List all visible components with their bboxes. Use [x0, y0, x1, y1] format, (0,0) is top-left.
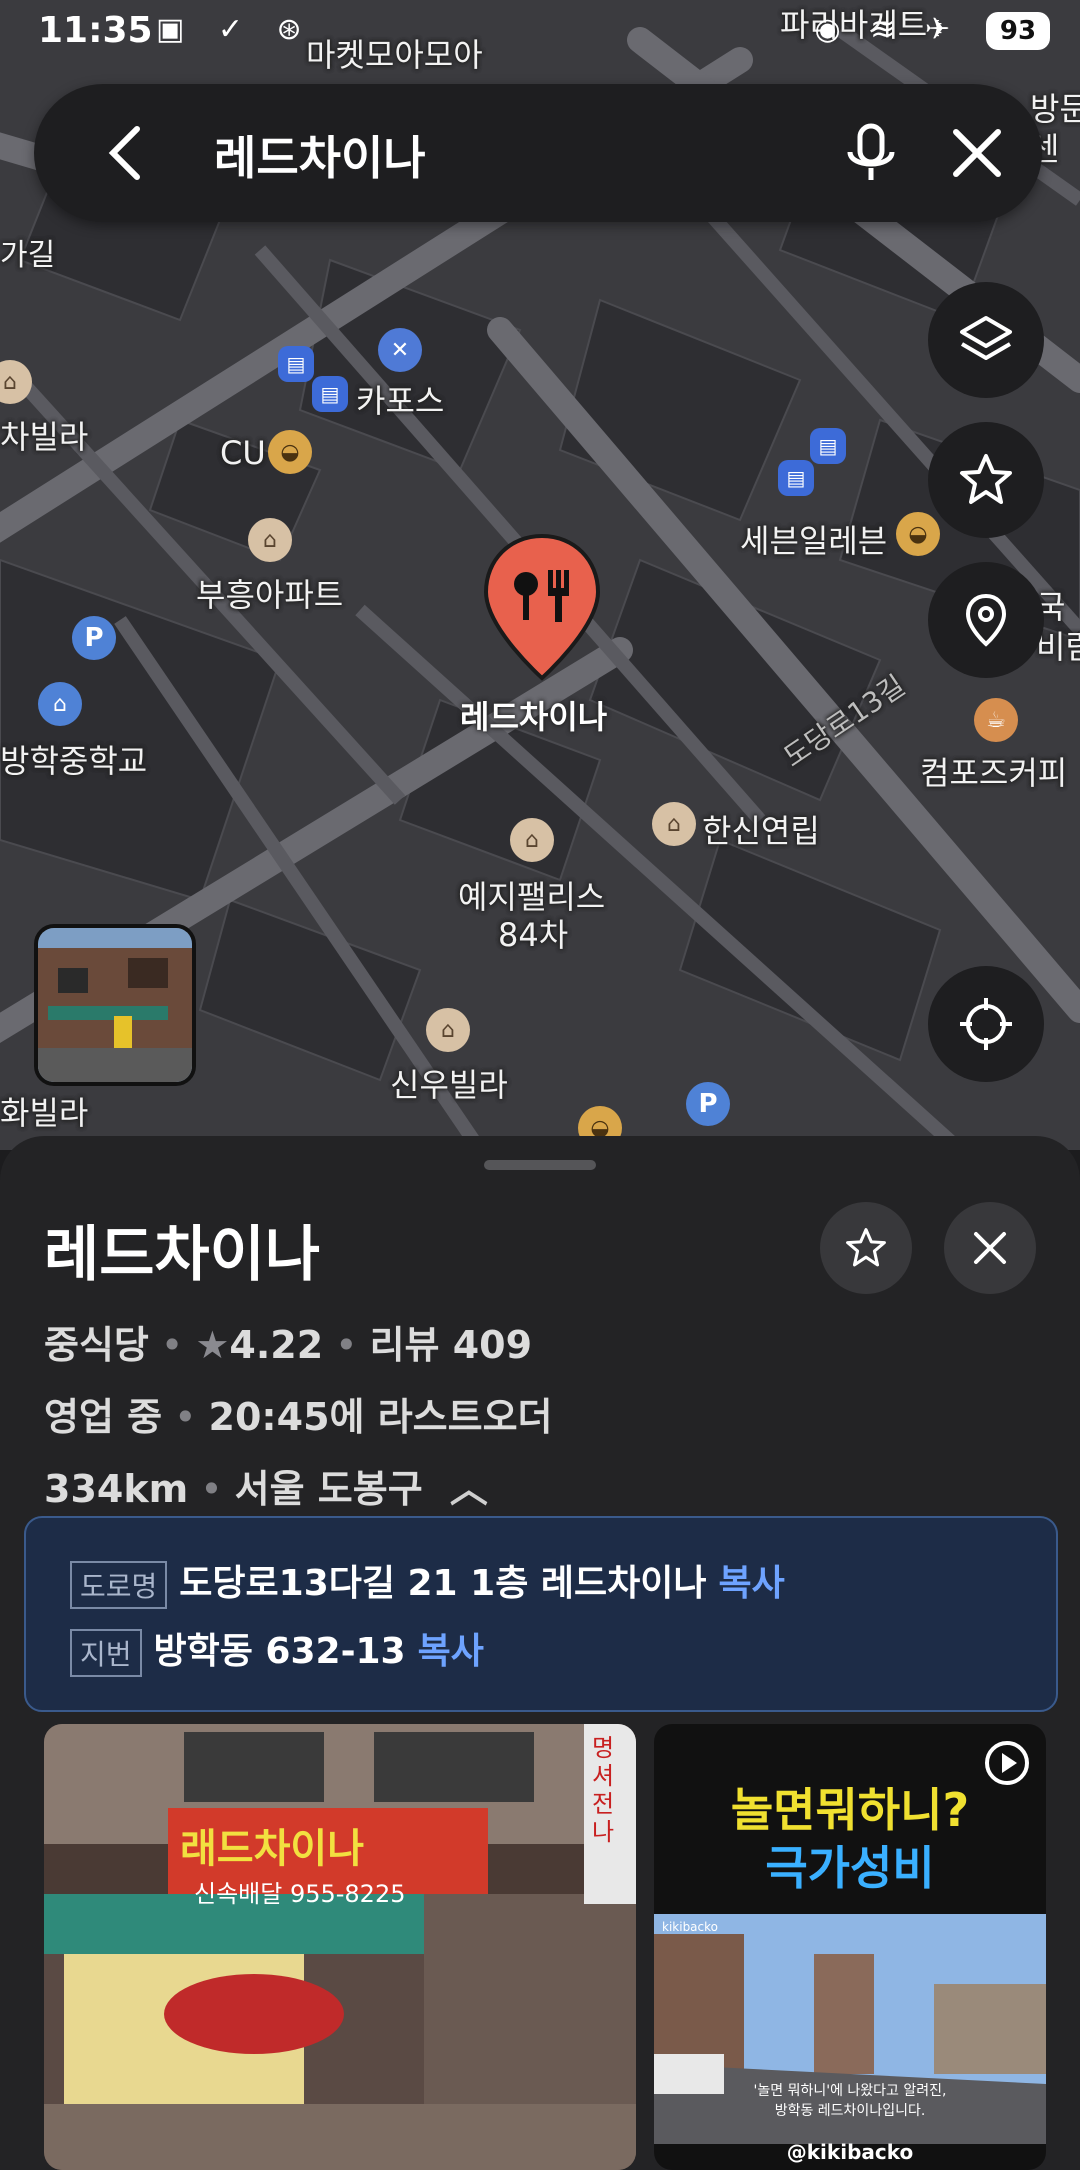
photo-sign-sub: 신속배달 955-8225: [194, 1880, 406, 1908]
save-place-button[interactable]: [820, 1202, 912, 1294]
system-icons: ◉ ≋ ✈: [814, 12, 960, 47]
close-sheet-button[interactable]: [944, 1202, 1036, 1294]
street-view-thumbnail[interactable]: [34, 924, 196, 1086]
video-watermark: kikibacko: [662, 1920, 718, 1934]
lot-address: 방학동 632-13: [153, 1631, 406, 1672]
parking-icon[interactable]: P: [72, 616, 116, 660]
sheet-drag-handle[interactable]: [484, 1160, 596, 1170]
star-icon: [960, 454, 1012, 504]
video-handle: @kikibacko: [786, 2140, 914, 2164]
distance: 334km: [44, 1467, 189, 1511]
home-icon[interactable]: ⌂: [426, 1008, 470, 1052]
wrench-icon[interactable]: ✕: [378, 328, 422, 372]
road-address-row: 도로명 도당로13다길 21 1층 레드차이나 복사: [70, 1554, 785, 1609]
mic-icon[interactable]: [834, 116, 908, 190]
photo-sign-side: 명셔전나: [592, 1734, 615, 1846]
poi-label-kapos[interactable]: 카포스: [356, 376, 444, 422]
photo-sign-main: 래드차이나: [180, 1826, 364, 1872]
poi-label-buheung[interactable]: 부흥아파트: [196, 570, 343, 616]
category: 중식당: [44, 1323, 149, 1367]
video-title-line2: 극가성비: [765, 1841, 935, 1895]
video-caption-line2: 방학동 레드차이나입니다.: [774, 2103, 926, 2119]
home-icon[interactable]: ⌂: [652, 802, 696, 846]
status-bar: 11:35 ▣ ✓ ⊛ ◉ ≋ ✈ 93: [0, 0, 1080, 66]
poi-label-gagil: 가길: [0, 238, 56, 273]
poi-label-sinwoo[interactable]: 신우빌라: [390, 1060, 508, 1106]
poi-label-cu[interactable]: CU: [220, 434, 266, 472]
rating-star-icon: ★: [195, 1323, 230, 1367]
poi-label-chavilla[interactable]: 차빌라: [0, 412, 88, 458]
place-details-sheet[interactable]: 레드차이나 중식당 • ★4.22 • 리뷰 409 영업 중 • 20:45에 라스트오더…: [0, 1136, 1080, 2170]
poi-label-compose[interactable]: 컴포즈커피: [920, 748, 1067, 794]
video-thumbnail[interactable]: 놀면뭐하니? 극가성비 kikibacko '놀면 뭐하니'에 나왔다고 알려진…: [654, 1724, 1046, 2170]
location-row[interactable]: 334km • 서울 도봉구 ︿: [44, 1458, 488, 1513]
search-bar[interactable]: 레드차이나: [34, 84, 1042, 222]
bus-stop-icon[interactable]: ▤: [278, 346, 314, 382]
rating: 4.22: [229, 1323, 324, 1367]
cafe-icon[interactable]: ☕: [974, 698, 1018, 742]
copy-road-address-link[interactable]: 복사: [718, 1563, 784, 1604]
back-arrow-icon[interactable]: [88, 116, 162, 190]
layers-icon: [960, 316, 1012, 360]
play-video-icon[interactable]: [982, 1738, 1032, 1788]
road-address: 도당로13다길 21 1층 레드차이나: [179, 1563, 707, 1604]
home-icon[interactable]: ⌂: [510, 818, 554, 862]
status-time: 11:35: [38, 10, 153, 51]
address-panel: 도로명 도당로13다길 21 1층 레드차이나 복사 지번 방학동 632-13 복사: [24, 1516, 1058, 1712]
location-pin-icon: [965, 593, 1007, 647]
poi-label-hwavilla[interactable]: 화빌라: [0, 1088, 88, 1134]
lot-address-row: 지번 방학동 632-13 복사: [70, 1622, 484, 1677]
poi-label-seven[interactable]: 세븐일레븐: [740, 516, 887, 562]
star-icon: [846, 1228, 886, 1267]
notification-icons: ▣ ✓ ⊛: [156, 12, 314, 47]
bus-stop-icon[interactable]: ▤: [312, 376, 348, 412]
saved-places-button[interactable]: [928, 562, 1044, 678]
place-name: 레드차이나: [44, 1220, 320, 1290]
shopping-basket-icon[interactable]: ◒: [896, 512, 940, 556]
favorites-button[interactable]: [928, 422, 1044, 538]
lot-address-tag: 지번: [70, 1629, 142, 1677]
review-count[interactable]: 리뷰 409: [370, 1323, 532, 1367]
restaurant-marker-icon[interactable]: [482, 532, 602, 682]
road-address-tag: 도로명: [70, 1561, 168, 1609]
my-location-icon: [960, 998, 1012, 1050]
last-order: 20:45에 라스트오더: [208, 1395, 553, 1439]
poi-label-yeji2[interactable]: 84차: [498, 910, 568, 956]
marker-label[interactable]: 레드차이나: [460, 692, 607, 738]
search-query[interactable]: 레드차이나: [214, 122, 426, 188]
bus-stop-icon[interactable]: ▤: [810, 428, 846, 464]
my-location-button[interactable]: [928, 966, 1044, 1082]
chevron-up-icon[interactable]: ︿: [450, 1467, 488, 1511]
district: 서울 도봉구: [234, 1467, 423, 1511]
bus-stop-icon[interactable]: ▤: [778, 460, 814, 496]
home-icon[interactable]: ⌂: [248, 518, 292, 562]
video-caption-line1: '놀면 뭐하니'에 나왔다고 알려진,: [753, 2083, 947, 2099]
layers-button[interactable]: [928, 282, 1044, 398]
open-status: 영업 중: [44, 1395, 163, 1439]
school-icon[interactable]: ⌂: [38, 682, 82, 726]
close-icon: [974, 1232, 1006, 1264]
poi-label-school[interactable]: 방학중학교: [0, 736, 147, 782]
copy-lot-address-link[interactable]: 복사: [418, 1631, 484, 1672]
parking-icon[interactable]: P: [686, 1082, 730, 1126]
poi-label-hansin[interactable]: 한신연립: [702, 806, 820, 852]
hours-row[interactable]: 영업 중 • 20:45에 라스트오더: [44, 1386, 553, 1441]
battery-indicator: 93: [986, 12, 1050, 50]
close-icon[interactable]: [940, 116, 1014, 190]
photo-storefront[interactable]: 래드차이나 신속배달 955-8225 명셔전나: [44, 1724, 636, 2170]
category-rating-row: 중식당 • ★4.22 • 리뷰 409: [44, 1323, 533, 1367]
shopping-basket-icon[interactable]: ◒: [268, 430, 312, 474]
